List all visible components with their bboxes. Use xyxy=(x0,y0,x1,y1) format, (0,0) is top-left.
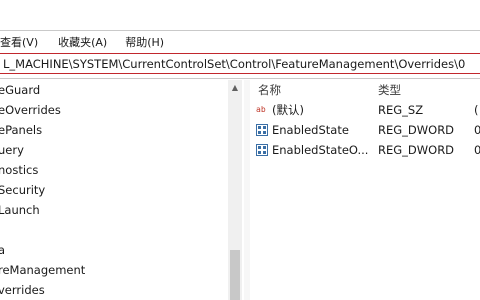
registry-tree[interactable]: eGuard eOverrides ePanels uery nostics S… xyxy=(0,80,244,300)
value-name: (默认) xyxy=(272,103,304,117)
string-value-icon: ab xyxy=(256,105,266,114)
menu-bar: 查看(V) 收藏夹(A) 帮助(H) xyxy=(0,32,480,52)
value-type: REG_DWORD xyxy=(378,143,455,157)
binary-value-icon xyxy=(256,124,268,136)
window-top-divider xyxy=(0,30,480,31)
tree-item[interactable]: eOverrides xyxy=(0,100,61,120)
pane-splitter[interactable] xyxy=(244,80,250,300)
tree-item[interactable]: reManagement xyxy=(0,260,85,280)
value-data: ( xyxy=(474,103,479,117)
value-row[interactable]: ab (默认) REG_SZ ( xyxy=(252,100,480,120)
tree-item[interactable]: ePanels xyxy=(0,120,42,140)
value-row[interactable]: EnabledState REG_DWORD 0 xyxy=(252,120,480,140)
value-row[interactable]: EnabledStateO... REG_DWORD 0 xyxy=(252,140,480,160)
column-header-type[interactable]: 类型 xyxy=(378,80,401,100)
value-type: REG_SZ xyxy=(378,103,424,117)
tree-item[interactable]: eGuard xyxy=(0,80,40,100)
tree-item[interactable]: uery xyxy=(0,140,24,160)
value-name: EnabledState xyxy=(272,123,349,137)
binary-value-icon xyxy=(256,144,268,156)
tree-item[interactable]: verrides xyxy=(0,280,45,300)
tree-item[interactable]: a xyxy=(0,240,5,260)
scroll-up-icon[interactable]: ▲ xyxy=(231,84,239,92)
menu-help[interactable]: 帮助(H) xyxy=(121,34,168,50)
menu-favorites[interactable]: 收藏夹(A) xyxy=(54,34,111,50)
value-type: REG_DWORD xyxy=(378,123,455,137)
address-bar[interactable]: L_MACHINE\SYSTEM\CurrentControlSet\Contr… xyxy=(0,53,480,74)
value-data: 0 xyxy=(474,123,480,137)
tree-scrollbar-thumb[interactable] xyxy=(230,250,240,300)
tree-item[interactable]: Launch xyxy=(0,200,40,220)
tree-item[interactable]: Security xyxy=(0,180,45,200)
column-header-name[interactable]: 名称 xyxy=(258,80,281,100)
menu-view[interactable]: 查看(V) xyxy=(0,34,42,50)
value-name: EnabledStateO... xyxy=(272,143,369,157)
header-divider xyxy=(0,78,480,79)
tree-item[interactable]: nostics xyxy=(0,160,38,180)
values-list: 名称 类型 ab (默认) REG_SZ ( EnabledState REG_… xyxy=(252,80,480,300)
address-path: L_MACHINE\SYSTEM\CurrentControlSet\Contr… xyxy=(3,57,466,71)
value-data: 0 xyxy=(474,143,480,157)
